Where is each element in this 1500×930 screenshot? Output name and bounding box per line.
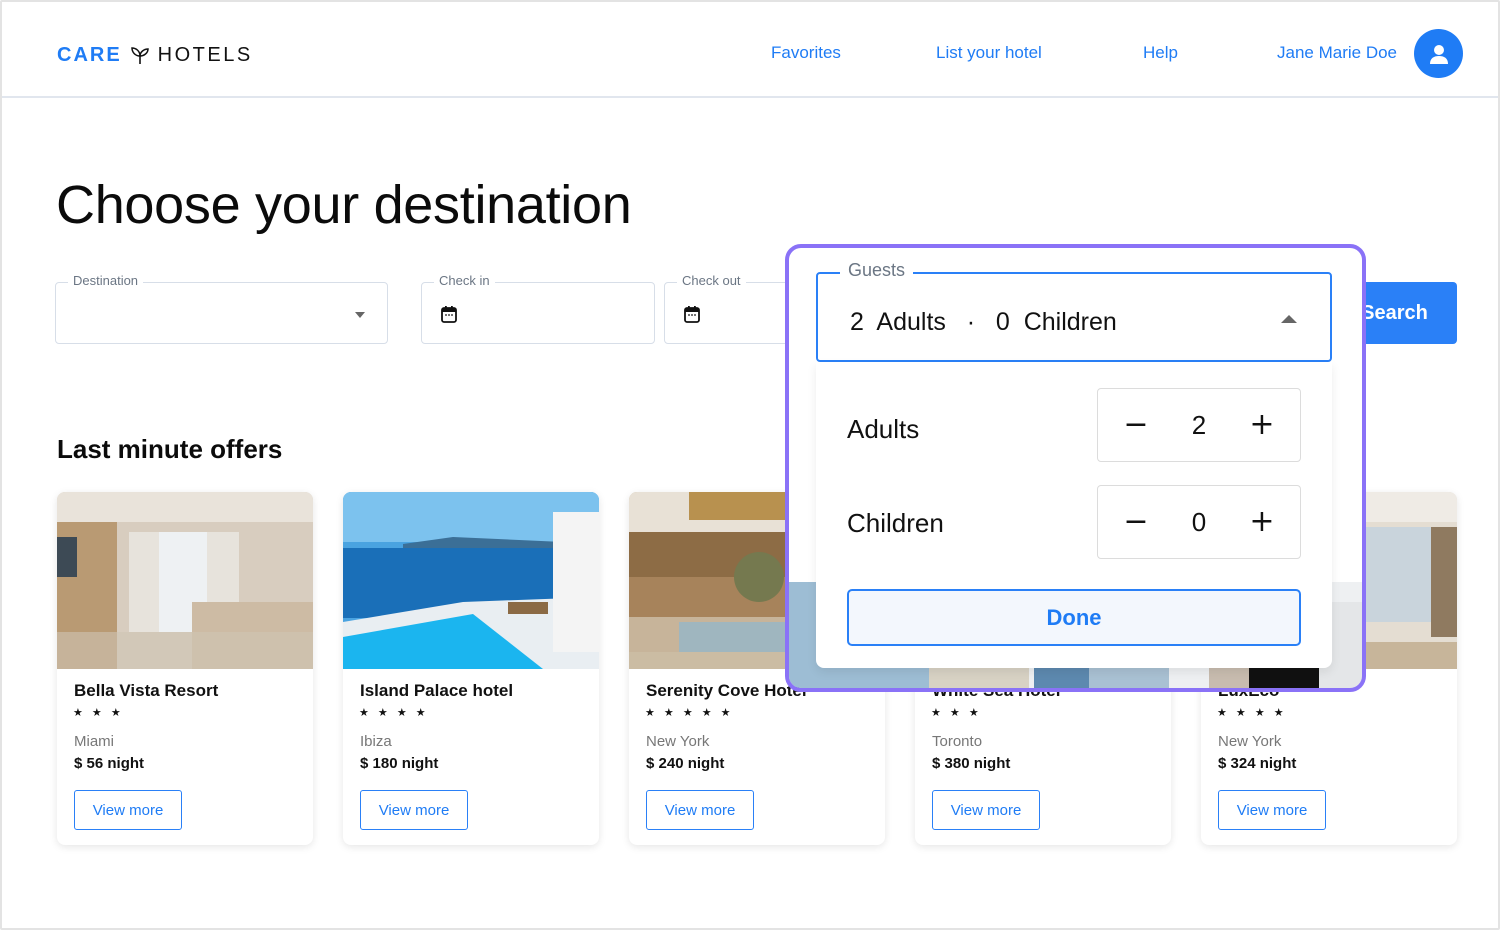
hotel-city: Toronto (932, 733, 983, 750)
view-more-button[interactable]: View more (360, 790, 468, 830)
check-in-field[interactable]: Check in (421, 273, 655, 344)
leaf-icon (130, 46, 149, 64)
check-in-label: Check in (434, 273, 495, 288)
avatar[interactable] (1414, 29, 1463, 78)
nav-favorites[interactable]: Favorites (771, 43, 841, 63)
caret-down-icon (355, 312, 365, 318)
hotel-price: $ 240 night (646, 755, 725, 772)
hotel-city: New York (1218, 733, 1282, 750)
hotel-price: $ 380 night (932, 755, 1011, 772)
offer-card: Bella Vista Resort ★ ★ ★ Miami $ 56 nigh… (57, 492, 313, 845)
offers-heading: Last minute offers (57, 434, 283, 464)
hotel-image-sea-pool[interactable] (343, 492, 599, 669)
view-more-button[interactable]: View more (74, 790, 182, 830)
star-rating: ★ ★ ★ (931, 707, 982, 719)
page-title: Choose your destination (56, 175, 632, 235)
hotel-city: Ibiza (360, 733, 392, 750)
logo-care-text: CARE (57, 44, 122, 66)
star-rating: ★ ★ ★ ★ (1217, 707, 1287, 719)
hotel-name: Island Palace hotel (360, 681, 514, 700)
view-more-button[interactable]: View more (1218, 790, 1326, 830)
page-frame: CARE HOTELS Favorites List your hotel He… (0, 0, 1500, 930)
hotel-image-bedroom[interactable] (57, 492, 313, 669)
highlight-ring (785, 244, 1366, 692)
calendar-icon (441, 306, 457, 323)
view-more-button[interactable]: View more (932, 790, 1040, 830)
user-name-link[interactable]: Jane Marie Doe (1277, 43, 1397, 63)
hotel-city: Miami (74, 733, 114, 750)
nav-list-your-hotel[interactable]: List your hotel (936, 43, 1042, 63)
calendar-icon (684, 306, 700, 323)
star-rating: ★ ★ ★ ★ ★ (645, 707, 734, 719)
star-rating: ★ ★ ★ (73, 707, 124, 719)
star-rating: ★ ★ ★ ★ (359, 707, 429, 719)
logo-hotels-text: HOTELS (157, 44, 253, 66)
hotel-price: $ 180 night (360, 755, 439, 772)
check-out-label: Check out (677, 273, 746, 288)
hotel-price: $ 324 night (1218, 755, 1297, 772)
destination-select[interactable]: Destination (55, 273, 388, 344)
offer-card: Island Palace hotel ★ ★ ★ ★ Ibiza $ 180 … (343, 492, 599, 845)
user-icon (1429, 44, 1448, 64)
hotel-name: Serenity Cove Hotel (646, 681, 807, 700)
hotel-city: New York (646, 733, 710, 750)
nav-help[interactable]: Help (1143, 43, 1178, 63)
hotel-price: $ 56 night (74, 755, 145, 772)
care-hotels-logo[interactable]: CARE HOTELS (57, 44, 253, 67)
top-navbar: CARE HOTELS Favorites List your hotel He… (2, 2, 1498, 98)
view-more-button[interactable]: View more (646, 790, 754, 830)
destination-label: Destination (68, 273, 144, 288)
hotel-name: Bella Vista Resort (74, 681, 219, 700)
